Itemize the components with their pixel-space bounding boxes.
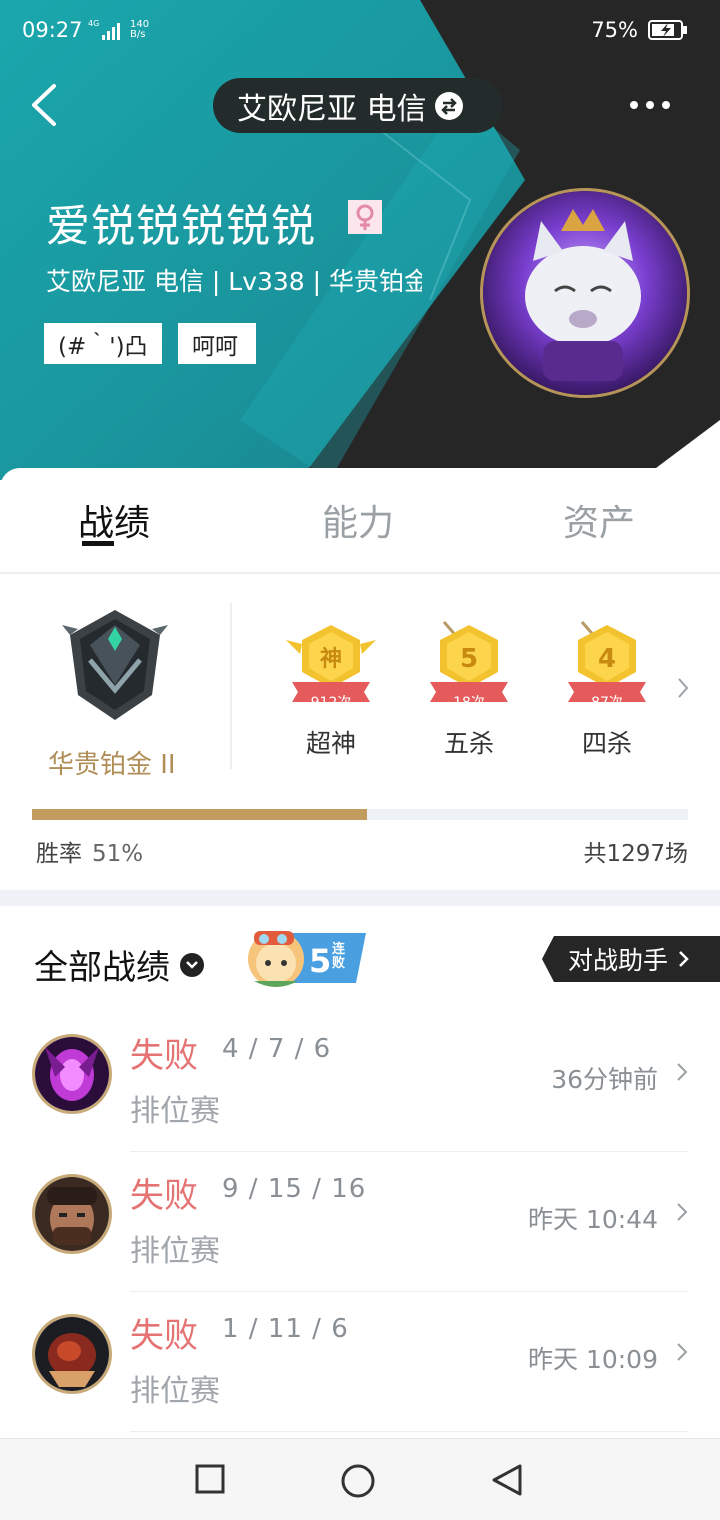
chevron-right-icon xyxy=(677,1203,688,1221)
network-speed: 140 B/s xyxy=(130,19,150,40)
divider xyxy=(0,572,720,574)
match-result: 失败 xyxy=(130,1176,198,1216)
back-arrow-icon xyxy=(32,84,56,126)
winrate-bar-fill xyxy=(32,809,367,820)
player-nickname: 爱锐锐锐锐锐 xyxy=(46,201,316,252)
section-separator xyxy=(0,890,720,906)
chevron-right-icon[interactable] xyxy=(676,676,690,700)
match-row[interactable]: 失败 4 / 7 / 6 排位赛 36分钟前 xyxy=(0,1012,720,1152)
winrate: 胜率 51% xyxy=(36,834,143,868)
more-dot-icon xyxy=(662,101,670,109)
svg-text:4G: 4G xyxy=(88,19,99,28)
achievement-quadrakill[interactable]: 4 87次 四杀 xyxy=(562,620,652,758)
streak-count: 5 xyxy=(309,942,332,980)
chevron-right-icon xyxy=(677,1063,688,1081)
svg-text:5: 5 xyxy=(460,644,478,674)
player-tag: (#｀')凸 xyxy=(44,323,162,364)
status-bar: 09:27 4G 140 B/s 75% xyxy=(0,0,720,60)
total-games: 共1297场 xyxy=(583,841,688,867)
achievement-count: 912次 xyxy=(310,695,352,711)
chevron-right-icon xyxy=(679,951,689,967)
svg-text:4: 4 xyxy=(598,644,616,674)
match-time: 昨天 10:44 xyxy=(528,1205,658,1234)
match-result: 失败 xyxy=(130,1036,198,1076)
server-name: 艾欧尼亚 电信 xyxy=(237,91,427,127)
records-filter[interactable]: 全部战绩 xyxy=(34,940,204,989)
back-nav-icon[interactable] xyxy=(490,1463,524,1497)
more-menu-button[interactable] xyxy=(630,92,682,118)
match-row[interactable]: 失败 1 / 11 / 6 排位赛 昨天 10:09 xyxy=(0,1292,720,1432)
signal-icon: 4G xyxy=(88,19,120,40)
achievement-count: 87次 xyxy=(591,695,623,711)
tab-records[interactable]: 战绩 xyxy=(78,494,150,546)
match-kda: 1 / 11 / 6 xyxy=(222,1314,349,1344)
match-result: 失败 xyxy=(130,1316,198,1356)
divider xyxy=(130,1431,688,1432)
records-title: 全部战绩 xyxy=(34,948,170,988)
match-time: 36分钟前 xyxy=(551,1065,658,1094)
battle-assistant-label: 对战助手 xyxy=(568,946,669,975)
match-mode: 排位赛 xyxy=(130,1374,220,1409)
status-time: 09:27 xyxy=(22,18,83,42)
achievement-legendary[interactable]: 神 912次 超神 xyxy=(286,620,376,758)
chevron-right-icon xyxy=(677,1343,688,1361)
achievement-label: 超神 xyxy=(305,729,356,758)
recent-apps-icon[interactable] xyxy=(194,1463,226,1495)
champion-avatar xyxy=(32,1314,112,1394)
losing-streak-badge xyxy=(248,931,366,987)
avatar-image xyxy=(483,191,687,395)
match-kda: 4 / 7 / 6 xyxy=(222,1034,332,1064)
player-subinfo: 艾欧尼亚 电信 | Lv338 | 华贵铂金 II xyxy=(46,267,422,296)
battery-icon xyxy=(648,20,687,40)
tab-indicator xyxy=(82,541,114,546)
champion-avatar xyxy=(32,1174,112,1254)
system-nav-bar xyxy=(0,1438,720,1520)
winrate-value: 51% xyxy=(92,841,144,867)
player-avatar[interactable] xyxy=(480,188,690,398)
profile-header: 09:27 4G 140 B/s 75% 艾欧尼亚 电信 爱锐锐锐锐锐 艾欧尼亚… xyxy=(0,0,720,480)
player-tag: 呵呵 xyxy=(178,323,256,364)
champion-portrait-3 xyxy=(35,1317,109,1391)
tab-bar: 战绩 能力 资产 xyxy=(0,468,720,574)
match-mode: 排位赛 xyxy=(130,1234,220,1269)
battery-percent: 75% xyxy=(591,18,638,42)
svg-text:神: 神 xyxy=(320,646,342,672)
achievement-label: 五杀 xyxy=(443,729,494,758)
divider xyxy=(230,603,232,769)
champion-portrait-1 xyxy=(35,1037,109,1111)
winrate-label: 胜率 xyxy=(36,841,82,867)
tab-ability[interactable]: 能力 xyxy=(322,494,394,546)
achievement-label: 四杀 xyxy=(581,729,632,758)
chevron-down-icon xyxy=(180,952,204,977)
tab-assets[interactable]: 资产 xyxy=(563,494,635,546)
match-mode: 排位赛 xyxy=(130,1094,220,1129)
winrate-bar xyxy=(32,809,688,820)
home-icon[interactable] xyxy=(340,1463,376,1499)
more-dot-icon xyxy=(630,101,638,109)
achievement-pentakill[interactable]: 5 18次 五杀 xyxy=(424,620,514,758)
streak-label: 连败 xyxy=(332,942,346,971)
match-kda: 9 / 15 / 16 xyxy=(222,1174,367,1204)
battle-assistant-button[interactable]: 对战助手 xyxy=(542,936,720,982)
female-gender-icon xyxy=(348,200,382,234)
match-time: 昨天 10:09 xyxy=(528,1345,658,1374)
back-button[interactable] xyxy=(26,80,70,130)
match-row[interactable]: 失败 9 / 15 / 16 排位赛 昨天 10:44 xyxy=(0,1152,720,1292)
rank-emblem-icon[interactable] xyxy=(60,605,170,725)
champion-avatar xyxy=(32,1034,112,1114)
more-dot-icon xyxy=(646,101,654,109)
swap-icon xyxy=(434,91,463,120)
achievement-count: 18次 xyxy=(453,695,485,711)
rank-name: 华贵铂金 II xyxy=(48,750,176,780)
champion-portrait-2 xyxy=(35,1177,109,1251)
server-switcher[interactable]: 艾欧尼亚 电信 xyxy=(213,78,503,133)
